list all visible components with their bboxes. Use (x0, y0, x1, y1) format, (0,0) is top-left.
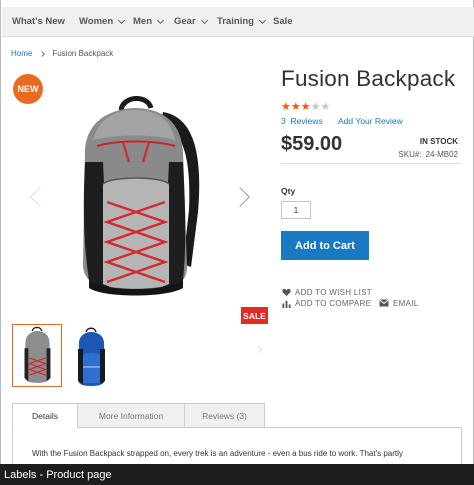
nav-label: Men (133, 16, 152, 27)
chevron-down-icon (156, 16, 165, 24)
product-price: $59.00 (281, 133, 343, 155)
qty-input[interactable]: 1 (281, 201, 311, 219)
nav-item-men[interactable]: Men (133, 16, 165, 27)
caption-bar: Labels - Product page (0, 464, 474, 485)
chevron-right-icon (39, 50, 46, 57)
thumbnail-blue-backpack[interactable] (67, 327, 115, 389)
product-main-image[interactable] (63, 92, 213, 302)
nav-item-sale[interactable]: Sale (273, 16, 293, 27)
tab-more-information[interactable]: More Information (77, 403, 185, 428)
rating-stars: ★ ★ ★ ★ ★ (281, 102, 330, 113)
new-badge: NEW (13, 74, 43, 104)
sku-line: SKU#: 24-MB02 (398, 150, 458, 159)
add-review-link[interactable]: Add Your Review (338, 116, 403, 126)
product-description: With the Fusion Backpack strapped on, ev… (32, 449, 403, 458)
compare-label: ADD TO COMPARE (295, 298, 372, 308)
qty-label: Qty (281, 186, 296, 196)
nav-label: Women (79, 16, 114, 27)
email-link[interactable]: EMAIL (379, 298, 419, 308)
divider (281, 163, 460, 164)
envelope-icon (379, 298, 389, 308)
thumbnail-gray-backpack[interactable] (12, 324, 62, 387)
main-navigation: What's New Women Men Gear Training Sale (2, 7, 474, 37)
gallery-prev-arrow-icon[interactable] (30, 187, 50, 207)
gallery-next-arrow-icon[interactable] (230, 187, 250, 207)
nav-label: Training (217, 16, 254, 27)
nav-label: What's New (12, 16, 65, 27)
add-to-cart-button[interactable]: Add to Cart (281, 231, 369, 260)
nav-item-training[interactable]: Training (217, 16, 266, 27)
add-to-wishlist-link[interactable]: ADD TO WISH LIST (281, 287, 372, 297)
reviews-count: 3 (281, 116, 286, 126)
star-icon: ★ (320, 101, 331, 113)
tab-reviews[interactable]: Reviews (3) (184, 403, 265, 428)
stock-status: IN STOCK (419, 137, 458, 146)
heart-icon (281, 287, 291, 297)
product-title: Fusion Backpack (281, 66, 456, 91)
breadcrumb: Home Fusion Backpack (11, 49, 113, 58)
tab-details[interactable]: Details (12, 403, 78, 428)
nav-item-whats-new[interactable]: What's New (12, 16, 65, 27)
chevron-down-icon (200, 16, 208, 24)
nav-item-women[interactable]: Women (79, 16, 126, 27)
breadcrumb-current: Fusion Backpack (52, 49, 114, 58)
thumbnail-next-arrow-icon[interactable] (254, 345, 263, 354)
breadcrumb-home-link[interactable]: Home (11, 49, 32, 58)
nav-item-gear[interactable]: Gear (174, 16, 208, 27)
chevron-down-icon (118, 16, 126, 24)
email-label: EMAIL (393, 298, 419, 308)
page-frame: What's New Women Men Gear Training Sale … (0, 0, 474, 485)
reviews-label: Reviews (290, 116, 323, 126)
star-icon: ★ (310, 101, 321, 113)
sale-badge: SALE (241, 307, 268, 324)
chevron-down-icon (258, 16, 266, 24)
sku-value: 24-MB02 (425, 150, 458, 159)
nav-label: Gear (174, 16, 196, 27)
bar-chart-icon (281, 298, 291, 308)
reviews-link[interactable]: 3 Reviews (281, 116, 323, 126)
nav-label: Sale (273, 16, 293, 27)
add-to-compare-link[interactable]: ADD TO COMPARE (281, 298, 371, 308)
star-icon: ★ (281, 101, 291, 113)
sku-label: SKU#: (398, 150, 422, 159)
star-icon: ★ (300, 101, 311, 113)
star-icon: ★ (290, 101, 301, 113)
wishlist-label: ADD TO WISH LIST (295, 287, 372, 297)
